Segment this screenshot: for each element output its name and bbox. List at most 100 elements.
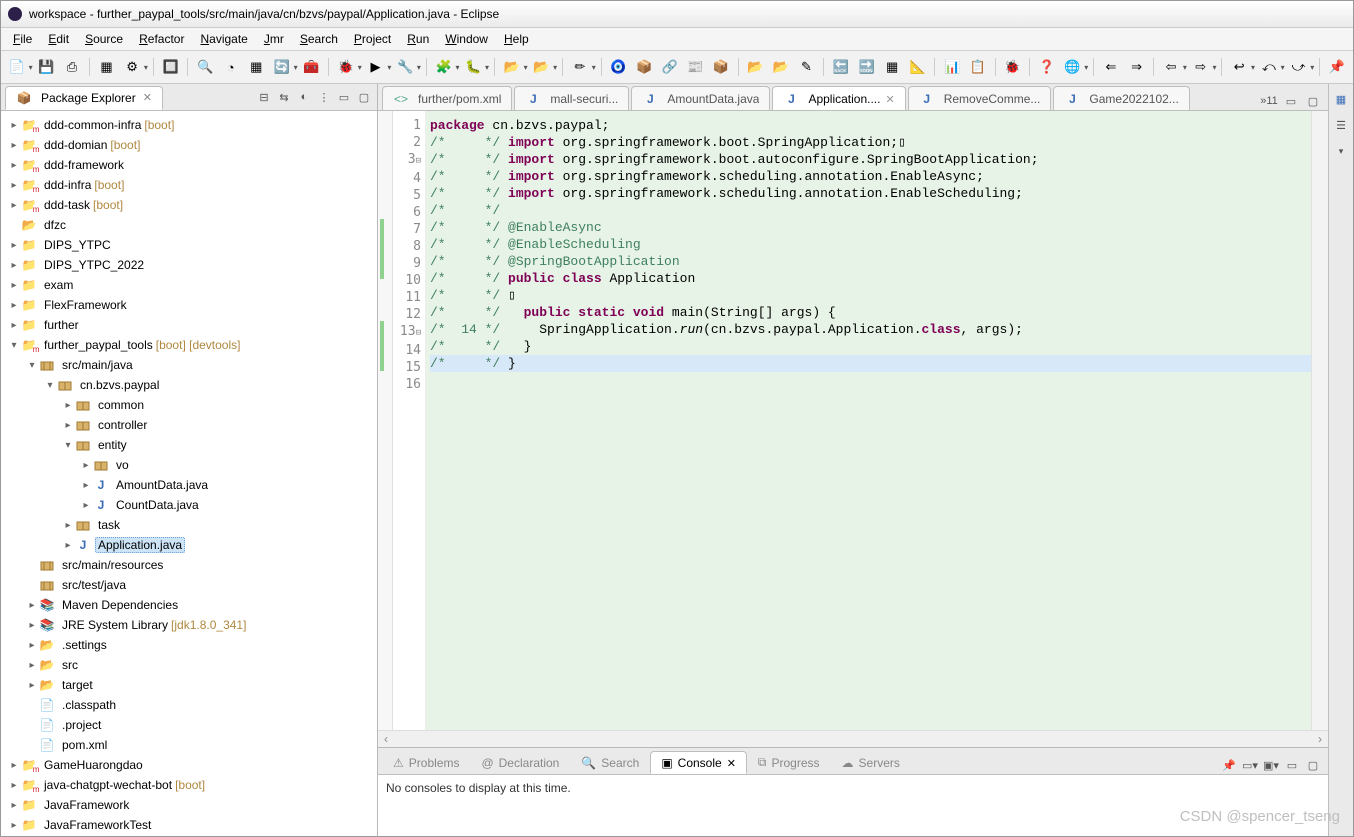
chevron-down-icon[interactable]: ▾ [1084,63,1088,72]
tree-twister-icon[interactable]: ▸ [25,640,39,651]
bottom-tab-console[interactable]: ▣Console✕ [650,751,747,774]
menu-project[interactable]: Project [346,30,399,48]
tree-twister-icon[interactable]: ▸ [25,600,39,611]
line-gutter[interactable]: 123⊟45678910111213⊟141516 [393,111,426,730]
tree-twister-icon[interactable]: ▸ [79,480,93,491]
tree-node[interactable]: ▸common [1,395,377,415]
tree-node[interactable]: ▾📁mfurther_paypal_tools [boot] [devtools… [1,335,377,355]
toolbar-button[interactable]: 🧩 [432,55,456,79]
toolbar-button[interactable]: 📂 [769,55,793,79]
toolbar-button[interactable]: ⤻ [1287,55,1311,79]
menu-search[interactable]: Search [292,30,346,48]
tree-node[interactable]: ▸vo [1,455,377,475]
tree-node[interactable]: 📄pom.xml [1,735,377,755]
tree-node[interactable]: ▸controller [1,415,377,435]
toolbar-button[interactable]: ⇒ [1125,55,1149,79]
editor-tabs[interactable]: <>further/pom.xmlJmall-securi...JAmountD… [378,84,1328,111]
tree-twister-icon[interactable]: ▸ [25,660,39,671]
toolbar-button[interactable]: 🐞 [1001,55,1025,79]
toolbar-button[interactable]: 💾 [35,55,59,79]
menu-run[interactable]: Run [399,30,437,48]
tree-node[interactable]: ▸📂src [1,655,377,675]
menubar[interactable]: FileEditSourceRefactorNavigateJmrSearchP… [1,28,1353,51]
tree-node[interactable]: 📄.project [1,715,377,735]
tree-node[interactable]: ▸JAmountData.java [1,475,377,495]
toolbar-button[interactable]: ⇐ [1099,55,1123,79]
editor-tab[interactable]: JApplication....✕ [772,86,905,110]
toolbar-button[interactable]: 📊 [940,55,964,79]
tree-node[interactable]: ▸📚JRE System Library [jdk1.8.0_341] [1,615,377,635]
tree-node[interactable]: ▸📂target [1,675,377,695]
tree-twister-icon[interactable]: ▸ [79,500,93,511]
perspective-bar[interactable]: ▦ ☰ ▾ [1328,84,1353,836]
minimize-icon[interactable]: ▭ [1283,756,1301,774]
tree-node[interactable]: ▸📁mddd-infra [boot] [1,175,377,195]
close-icon[interactable]: ✕ [143,91,152,104]
main-toolbar[interactable]: 📄▾💾⎙▦⚙▾🔲🔍◔▦🔄▾🧰🐞▾▶▾🔧▾🧩▾🐛▾📂▾📂▾✏▾🧿📦🔗📰📦📂📂✎🔙🔜… [1,51,1353,84]
tree-node[interactable]: ▸📁mjava-chatgpt-wechat-bot [boot] [1,775,377,795]
toolbar-button[interactable]: 🔲 [159,55,183,79]
menu-jmr[interactable]: Jmr [256,30,292,48]
tree-node[interactable]: src/test/java [1,575,377,595]
tree-twister-icon[interactable]: ▾ [61,440,75,451]
toolbar-button[interactable]: 🌐 [1061,55,1085,79]
toolbar-button[interactable]: 📋 [966,55,990,79]
tree-twister-icon[interactable]: ▸ [61,420,75,431]
editor-tab[interactable]: JAmountData.java [631,86,770,110]
tree-node[interactable]: ▸📚Maven Dependencies [1,595,377,615]
toolbar-button[interactable]: ⇨ [1189,55,1213,79]
tree-twister-icon[interactable]: ▸ [61,520,75,531]
chevron-down-icon[interactable]: ▾ [1332,142,1350,160]
tree-twister-icon[interactable]: ▸ [61,540,75,551]
chevron-down-icon[interactable]: ▾ [358,63,362,72]
toolbar-button[interactable]: 🔗 [658,55,682,79]
bottom-tab-search[interactable]: 🔍Search [570,751,650,774]
tree-twister-icon[interactable]: ▾ [43,380,57,391]
tree-twister-icon[interactable]: ▸ [7,320,21,331]
bottom-tabs[interactable]: ⚠Problems@Declaration🔍Search▣Console✕⧉Pr… [378,748,1328,775]
bottom-tab-servers[interactable]: ☁Servers [831,751,911,774]
tree-twister-icon[interactable]: ▸ [7,160,21,171]
tree-node[interactable]: ▾entity [1,435,377,455]
minimize-icon[interactable]: ▭ [1282,92,1300,110]
focus-icon[interactable]: ◐ [295,88,313,106]
toolbar-button[interactable]: 📦 [632,55,656,79]
toolbar-button[interactable]: 🧿 [607,55,631,79]
chevron-down-icon[interactable]: ▾ [1212,63,1216,72]
tree-node[interactable]: ▸📁DIPS_YTPC [1,235,377,255]
chevron-down-icon[interactable]: ▾ [417,63,421,72]
tree-twister-icon[interactable]: ▸ [7,120,21,131]
maximize-icon[interactable]: ▢ [1304,92,1322,110]
toolbar-button[interactable]: ⚙ [120,55,144,79]
chevron-down-icon[interactable]: ▾ [387,63,391,72]
toolbar-button[interactable]: ✎ [795,55,819,79]
tree-node[interactable]: ▸JCountData.java [1,495,377,515]
toolbar-button[interactable]: ▦ [95,55,119,79]
toolbar-button[interactable]: 📰 [683,55,707,79]
tree-node[interactable]: ▾src/main/java [1,355,377,375]
minimize-icon[interactable]: ▭ [335,88,353,106]
toolbar-button[interactable]: ▦ [244,55,268,79]
toolbar-button[interactable]: 📂 [530,55,554,79]
tree-twister-icon[interactable]: ▾ [25,360,39,371]
toolbar-button[interactable]: 📄 [5,55,29,79]
tree-twister-icon[interactable]: ▾ [7,340,21,351]
tree-twister-icon[interactable]: ▸ [7,780,21,791]
editor-tab[interactable]: JRemoveComme... [908,86,1052,110]
chevron-down-icon[interactable]: ▾ [1310,63,1314,72]
open-console-icon[interactable]: ▣▾ [1262,756,1280,774]
tree-twister-icon[interactable]: ▸ [7,180,21,191]
bottom-tab-progress[interactable]: ⧉Progress [747,750,831,774]
tree-node[interactable]: ▸📁DIPS_YTPC_2022 [1,255,377,275]
link-editor-icon[interactable]: ⇆ [275,88,293,106]
toolbar-button[interactable]: 🔍 [193,55,217,79]
pin-icon[interactable]: 📌 [1220,756,1238,774]
toolbar-button[interactable]: ↩ [1227,55,1251,79]
chevron-down-icon[interactable]: ▾ [524,63,528,72]
view-menu-icon[interactable]: ⋮ [315,88,333,106]
menu-help[interactable]: Help [496,30,537,48]
tree-node[interactable]: ▸📁JavaFramework [1,795,377,815]
tree-twister-icon[interactable]: ▸ [61,400,75,411]
scroll-left-icon[interactable]: ‹ [378,732,394,746]
tree-twister-icon[interactable]: ▸ [7,260,21,271]
